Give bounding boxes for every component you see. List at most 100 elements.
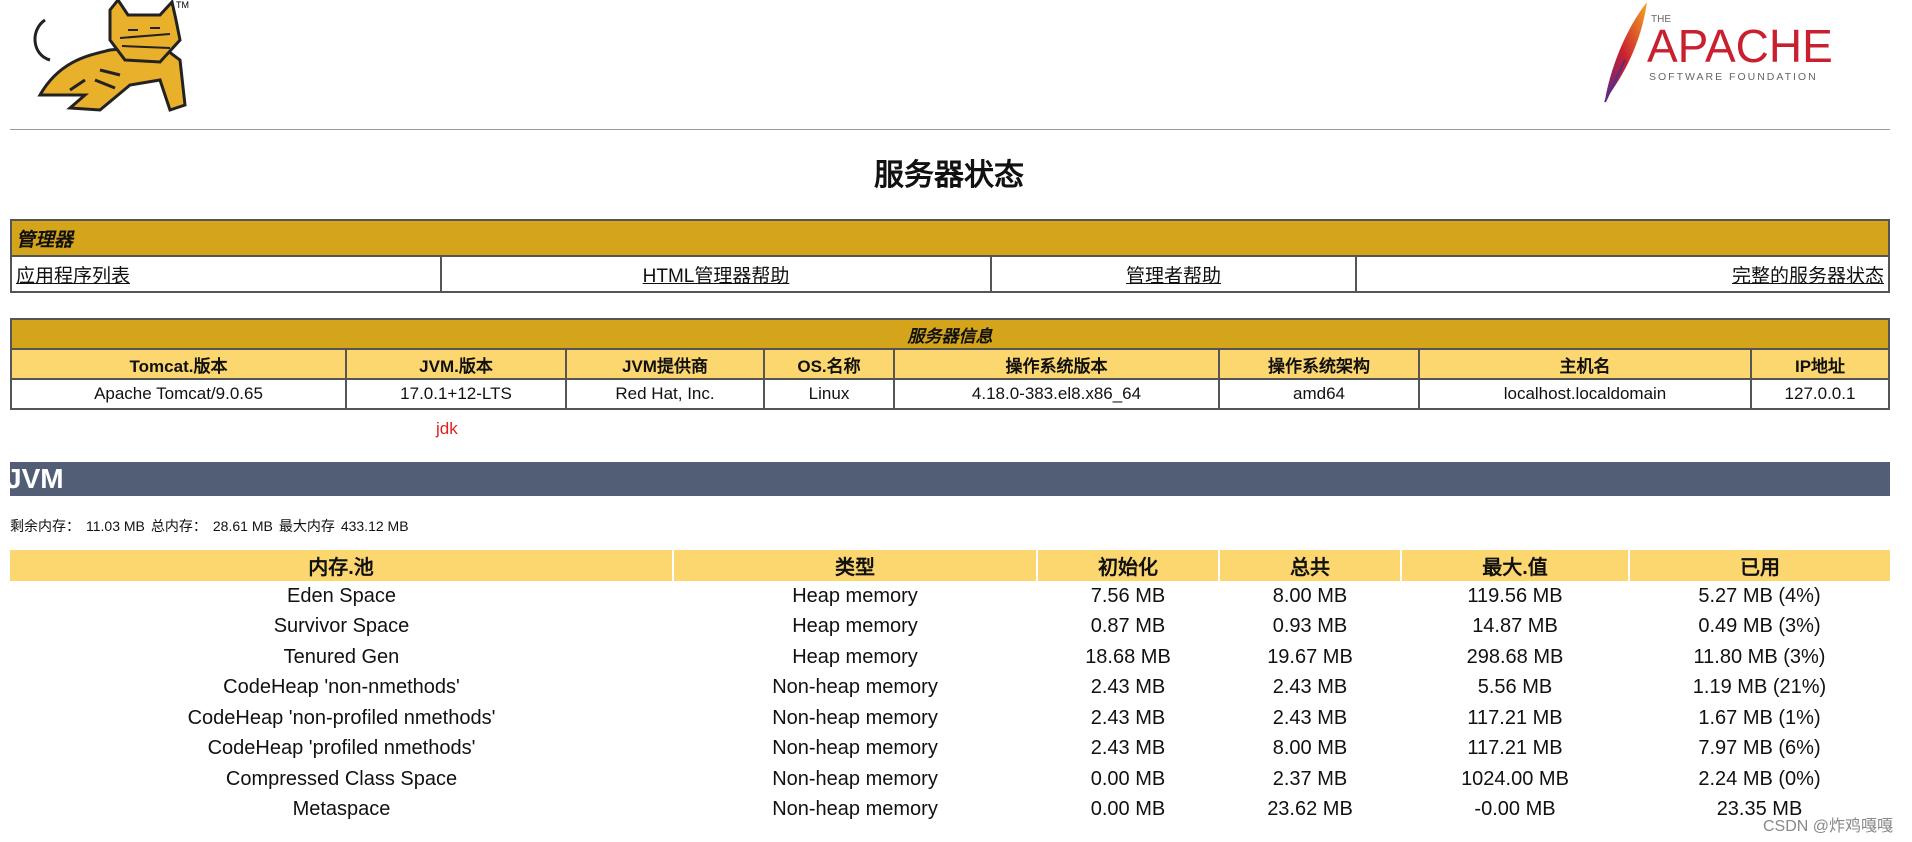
server-info-header: 操作系统架构 (1218, 348, 1420, 380)
server-info-header: 主机名 (1418, 348, 1752, 380)
pool-max: 14.87 MB (1472, 615, 1558, 638)
pool-type: Heap memory (792, 584, 918, 607)
pool-used: 7.97 MB (6%) (1698, 737, 1821, 760)
manager-link-cell: 应用程序列表 (10, 255, 442, 293)
manager-link-cell: 完整的服务器状态 (1355, 255, 1890, 293)
pool-used: 1.19 MB (21%) (1692, 676, 1827, 699)
manager-section-title: 管理器 (10, 219, 1890, 257)
complete-server-status-link[interactable]: 完整的服务器状态 (1732, 266, 1884, 287)
tomcat-version-value: Apache Tomcat/9.0.65 (10, 378, 347, 410)
jvm-version-value: 17.0.1+12-LTS (345, 378, 567, 410)
pool-header: 最大.值 (1401, 550, 1630, 581)
pool-total: 2.43 MB (1272, 676, 1348, 699)
server-info-header: JVM.版本 (345, 348, 567, 380)
pool-initial: 2.43 MB (1090, 706, 1166, 729)
manager-help-link[interactable]: 管理者帮助 (1126, 266, 1221, 287)
memory-pools-table: 内存.池 类型 初始化 总共 最大.值 已用 Eden Space Heap me… (10, 550, 1890, 825)
server-info-header: JVM提供商 (565, 348, 765, 380)
pool-name: Eden Space (287, 584, 396, 607)
pool-header: 已用 (1629, 550, 1890, 581)
pool-initial: 7.56 MB (1090, 584, 1166, 607)
server-info-header: Tomcat.版本 (10, 348, 347, 380)
html-manager-help-link[interactable]: HTML管理器帮助 (643, 266, 790, 287)
total-memory-value: 28.61 MB (212, 518, 273, 534)
pool-header: 初始化 (1037, 550, 1220, 581)
pool-total: 8.00 MB (1272, 737, 1348, 760)
table-row: Survivor Space Heap memory 0.87 MB 0.93 MB 1… (10, 612, 1890, 643)
pool-header: 类型 (673, 550, 1038, 581)
pool-header: 总共 (1219, 550, 1402, 581)
table-row: CodeHeap 'profiled nmethods' Non-heap mem… (10, 734, 1890, 765)
manager-table: 管理器 应用程序列表 HTML管理器帮助 管理者帮助 完整的服务器状态 (10, 219, 1890, 293)
table-row: Metaspace Non-heap memory 0.00 MB 23.62 MB -… (10, 795, 1890, 826)
pool-initial: 0.87 MB (1090, 615, 1166, 638)
jvm-section-header: JVM (10, 462, 1890, 496)
os-name-value: Linux (763, 378, 895, 410)
pool-max: 1024.00 MB (1461, 767, 1569, 790)
pool-name: CodeHeap 'non-profiled nmethods' (187, 706, 496, 729)
pool-used: 1.67 MB (1%) (1698, 706, 1821, 729)
pool-total: 0.93 MB (1272, 615, 1348, 638)
pool-max: 117.21 MB (1467, 737, 1563, 760)
server-info-header: OS.名称 (763, 348, 895, 380)
table-row: Compressed Class Space Non-heap memory 0.0… (10, 764, 1890, 795)
pool-initial: 0.00 MB (1090, 767, 1166, 790)
pool-total: 23.62 MB (1267, 798, 1353, 821)
pool-initial: 0.00 MB (1090, 798, 1166, 821)
pool-used: 0.49 MB (3%) (1698, 615, 1821, 638)
pool-type: Non-heap memory (772, 676, 938, 699)
hostname-value: localhost.localdomain (1418, 378, 1752, 410)
pool-max: 117.21 MB (1467, 706, 1563, 729)
pool-header: 内存.池 (10, 550, 674, 581)
pool-type: Non-heap memory (772, 798, 938, 821)
pool-total: 8.00 MB (1272, 584, 1348, 607)
apache-sub-text: SOFTWARE FOUNDATION (1649, 71, 1818, 83)
pool-name: CodeHeap 'non-nmethods' (223, 676, 460, 699)
pool-max: 5.56 MB (1477, 676, 1553, 699)
pool-initial: 2.43 MB (1090, 676, 1166, 699)
pool-type: Heap memory (792, 645, 918, 668)
pool-type: Heap memory (792, 615, 918, 638)
apache-logo: THE APACHE SOFTWARE FOUNDATION (1604, 2, 1833, 103)
pool-total: 2.43 MB (1272, 706, 1348, 729)
header-divider (10, 129, 1890, 130)
pool-type: Non-heap memory (772, 706, 938, 729)
server-info-table: 服务器信息 Tomcat.版本 JVM.版本 JVM提供商 OS.名称 操作系统… (10, 318, 1890, 410)
max-memory-label: 最大内存 (278, 518, 335, 534)
max-memory-value: 433.12 MB (340, 518, 409, 534)
apache-name-text: APACHE (1647, 20, 1833, 72)
table-row: Eden Space Heap memory 7.56 MB 8.00 MB 119.5… (10, 581, 1890, 612)
os-version-value: 4.18.0-383.el8.x86_64 (893, 378, 1220, 410)
jvm-section-title: JVM (10, 463, 64, 494)
memory-pools-body: Eden Space Heap memory 7.56 MB 8.00 MB 119.5… (10, 581, 1890, 825)
pool-name: CodeHeap 'profiled nmethods' (207, 737, 476, 760)
free-memory-value: 11.03 MB (86, 518, 145, 534)
pool-used: 5.27 MB (4%) (1698, 584, 1821, 607)
pool-used: 2.24 MB (0%) (1698, 767, 1821, 790)
free-memory-label: 剩余内存： (10, 518, 80, 534)
pool-used: 11.80 MB (3%) (1693, 645, 1826, 668)
pool-type: Non-heap memory (772, 737, 938, 760)
server-info-section-title: 服务器信息 (10, 318, 1890, 350)
pool-initial: 18.68 MB (1085, 645, 1171, 668)
pool-name: Survivor Space (273, 615, 410, 638)
pool-type: Non-heap memory (772, 767, 938, 790)
ip-address-value: 127.0.0.1 (1750, 378, 1890, 410)
pool-total: 19.67 MB (1267, 645, 1353, 668)
os-arch-value: amd64 (1218, 378, 1420, 410)
tomcat-logo: TM (33, 0, 189, 112)
table-row: CodeHeap 'non-profiled nmethods' Non-heap… (10, 703, 1890, 734)
app-list-link[interactable]: 应用程序列表 (16, 266, 130, 287)
pool-name: Compressed Class Space (225, 767, 458, 790)
table-row: Tenured Gen Heap memory 18.68 MB 19.67 MB 29… (10, 642, 1890, 673)
watermark: CSDN @炸鸡嘎嘎 (1763, 818, 1894, 835)
pool-initial: 2.43 MB (1090, 737, 1166, 760)
pool-total: 2.37 MB (1272, 767, 1348, 790)
pool-max: -0.00 MB (1474, 798, 1556, 821)
memory-summary: 剩余内存： 11.03 MB 总内存： 28.61 MB 最大内存 433.12 MB (10, 516, 415, 536)
table-row: CodeHeap 'non-nmethods' Non-heap memory 2.… (10, 673, 1890, 704)
pool-name: Metaspace (292, 798, 391, 821)
pool-max: 119.56 MB (1467, 584, 1563, 607)
server-info-header: 操作系统版本 (893, 348, 1220, 380)
tomcat-trademark: TM (176, 0, 189, 10)
